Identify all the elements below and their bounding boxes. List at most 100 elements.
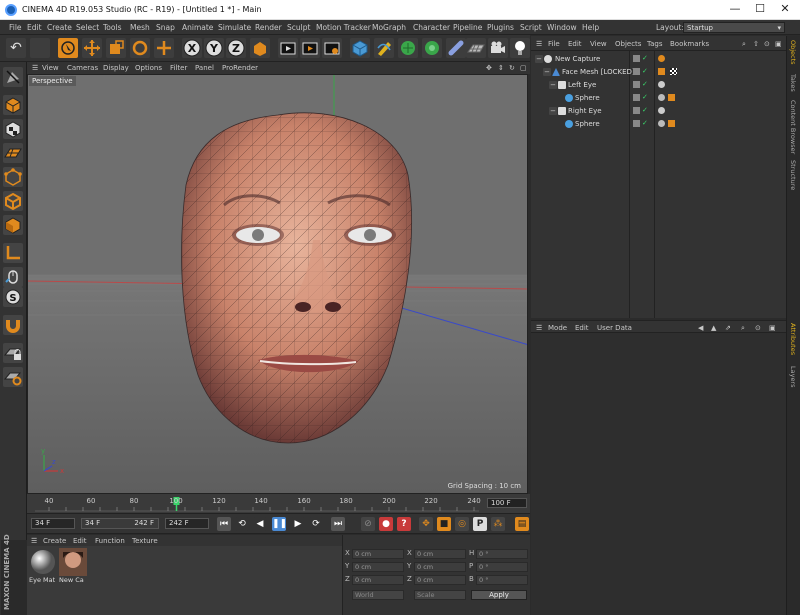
attribute-menu-edit[interactable]: Edit bbox=[575, 324, 589, 332]
key-scale-icon[interactable]: ■ bbox=[437, 517, 451, 531]
forward-arrow-icon[interactable]: ⇗ bbox=[725, 324, 731, 332]
menu-snap[interactable]: Snap bbox=[156, 23, 175, 32]
coord-pos-y-field[interactable]: 0 cm bbox=[352, 562, 404, 572]
search-icon[interactable]: ⌕ bbox=[742, 40, 746, 49]
render-settings-icon[interactable] bbox=[322, 38, 342, 58]
minimize-button[interactable]: — bbox=[727, 2, 743, 16]
object-menu-objects[interactable]: Objects bbox=[615, 40, 641, 48]
tag-icon[interactable] bbox=[658, 55, 665, 62]
layout-select[interactable]: Startup ▾ bbox=[683, 22, 785, 33]
polygons-mode-icon[interactable] bbox=[3, 215, 23, 235]
menu-animate[interactable]: Animate bbox=[182, 23, 213, 32]
material-new-capture[interactable]: New Ca bbox=[59, 548, 87, 584]
viewport-menu-cameras[interactable]: Cameras bbox=[67, 64, 98, 72]
object-row-left-sphere[interactable]: Sphere ✓ bbox=[531, 92, 786, 104]
viewport-menu-prorender[interactable]: ProRender bbox=[222, 64, 258, 72]
visibility-flag-icon[interactable] bbox=[633, 107, 640, 114]
deformer-icon[interactable] bbox=[446, 38, 466, 58]
enabled-check-icon[interactable]: ✓ bbox=[642, 107, 649, 114]
x-axis-lock-icon[interactable]: X bbox=[182, 38, 202, 58]
move-icon[interactable] bbox=[82, 38, 102, 58]
menu-select[interactable]: Select bbox=[76, 23, 99, 32]
object-menu-bookmarks[interactable]: Bookmarks bbox=[670, 40, 709, 48]
next-frame-icon[interactable]: ▶ bbox=[291, 517, 305, 531]
live-selection-icon[interactable] bbox=[58, 38, 78, 58]
undo-icon[interactable]: ↶ bbox=[6, 38, 26, 58]
record-keys-disabled-icon[interactable]: ⊘ bbox=[361, 517, 375, 531]
render-view-icon[interactable] bbox=[278, 38, 298, 58]
menu-help[interactable]: Help bbox=[582, 23, 599, 32]
menu-script[interactable]: Script bbox=[520, 23, 542, 32]
workplane-icon[interactable] bbox=[3, 143, 23, 163]
collapse-icon[interactable]: − bbox=[535, 55, 543, 63]
material-eye-mat[interactable]: Eye Mat bbox=[29, 548, 57, 584]
coord-mode-select[interactable]: World bbox=[352, 590, 404, 600]
start-frame-field[interactable]: 34 F bbox=[31, 518, 75, 529]
menu-motion-tracker[interactable]: Motion Tracker bbox=[316, 23, 371, 32]
viewport-menu-filter[interactable]: Filter bbox=[170, 64, 187, 72]
menu-mesh[interactable]: Mesh bbox=[130, 23, 150, 32]
previous-key-icon[interactable]: ⟲ bbox=[235, 517, 249, 531]
key-position-icon[interactable]: ✥ bbox=[419, 517, 433, 531]
menu-file[interactable]: File bbox=[9, 23, 22, 32]
timeline-window-icon[interactable]: ▤ bbox=[515, 517, 529, 531]
object-menu-view[interactable]: View bbox=[590, 40, 607, 48]
tab-objects[interactable]: Objects bbox=[789, 40, 797, 65]
cube-icon[interactable] bbox=[350, 38, 370, 58]
object-menu-file[interactable]: File bbox=[548, 40, 560, 48]
object-row-left-eye[interactable]: − Left Eye ✓ bbox=[531, 79, 786, 91]
key-point-level-icon[interactable]: ⁂ bbox=[491, 517, 505, 531]
collapse-icon[interactable]: − bbox=[549, 107, 557, 115]
menu-character[interactable]: Character bbox=[413, 23, 450, 32]
up-arrow-icon[interactable]: ▲ bbox=[711, 324, 716, 332]
timeline-ruler[interactable]: 40 60 80 100 120 140 160 180 200 220 240… bbox=[27, 494, 530, 514]
recent-tools-icon[interactable] bbox=[154, 38, 174, 58]
coord-rot-p-field[interactable]: 0 ° bbox=[476, 562, 528, 572]
phong-tag-icon[interactable] bbox=[668, 120, 675, 127]
tab-attributes[interactable]: Attributes bbox=[789, 323, 797, 355]
tweak-mode-icon[interactable] bbox=[3, 267, 23, 287]
viewport-menu-options[interactable]: Options bbox=[135, 64, 162, 72]
coord-size-y-field[interactable]: 0 cm bbox=[414, 562, 466, 572]
back-arrow-icon[interactable]: ◀ bbox=[698, 324, 703, 332]
maximize-button[interactable]: ☐ bbox=[752, 2, 768, 16]
viewport-menu-panel[interactable]: Panel bbox=[195, 64, 214, 72]
record-active-objects-icon[interactable]: ● bbox=[379, 517, 393, 531]
go-to-start-icon[interactable]: ⏮ bbox=[217, 517, 231, 531]
make-editable-icon[interactable] bbox=[3, 67, 23, 87]
menu-window[interactable]: Window bbox=[547, 23, 577, 32]
menu-mograph[interactable]: MoGraph bbox=[372, 23, 406, 32]
model-mode-icon[interactable] bbox=[3, 95, 23, 115]
material-tag-icon[interactable] bbox=[658, 94, 665, 101]
cloner-icon[interactable] bbox=[422, 38, 442, 58]
planar-workplane-icon[interactable] bbox=[3, 367, 23, 387]
enabled-check-icon[interactable]: ✓ bbox=[642, 68, 649, 75]
object-menu-icon[interactable]: ☰ bbox=[536, 40, 542, 48]
menu-create[interactable]: Create bbox=[47, 23, 72, 32]
tab-layers[interactable]: Layers bbox=[789, 366, 797, 388]
floor-icon[interactable] bbox=[466, 38, 486, 58]
viewport-menu-display[interactable]: Display bbox=[103, 64, 129, 72]
go-to-end-icon[interactable]: ⏭ bbox=[331, 517, 345, 531]
rotate-icon[interactable] bbox=[130, 38, 150, 58]
object-row-face-mesh[interactable]: − Face Mesh [LOCKED] ✓ bbox=[531, 66, 786, 78]
camera-icon[interactable] bbox=[488, 38, 508, 58]
close-button[interactable]: ✕ bbox=[777, 2, 793, 16]
phong-tag-icon[interactable] bbox=[658, 68, 665, 75]
object-row-new-capture[interactable]: − New Capture ✓ bbox=[531, 53, 786, 65]
menu-tools[interactable]: Tools bbox=[103, 23, 121, 32]
menu-plugins[interactable]: Plugins bbox=[487, 23, 514, 32]
key-rotation-icon[interactable]: ◎ bbox=[455, 517, 469, 531]
z-axis-lock-icon[interactable]: Z bbox=[226, 38, 246, 58]
object-row-right-sphere[interactable]: Sphere ✓ bbox=[531, 118, 786, 130]
object-menu-edit[interactable]: Edit bbox=[568, 40, 582, 48]
coord-rot-b-field[interactable]: 0 ° bbox=[476, 575, 528, 585]
new-window-icon[interactable]: ▣ bbox=[769, 324, 776, 332]
coord-pos-z-field[interactable]: 0 cm bbox=[352, 575, 404, 585]
attribute-menu-mode[interactable]: Mode bbox=[548, 324, 567, 332]
texture-tag-icon[interactable] bbox=[670, 68, 677, 75]
tab-structure[interactable]: Structure bbox=[789, 160, 797, 190]
material-tag-icon[interactable] bbox=[658, 120, 665, 127]
viewport-menu-icon[interactable]: ☰ bbox=[32, 64, 38, 72]
enabled-check-icon[interactable]: ✓ bbox=[642, 94, 649, 101]
